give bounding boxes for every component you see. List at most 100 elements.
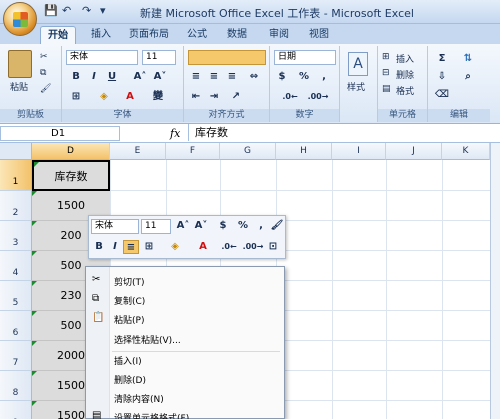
sort-filter-icon[interactable]: ⇅ xyxy=(460,52,476,66)
decrease-decimal-icon[interactable]: .00→ xyxy=(306,90,330,104)
increase-decimal-icon[interactable]: .0← xyxy=(278,90,302,104)
column-header[interactable]: E xyxy=(110,143,166,160)
format-cells-button[interactable]: 格式 xyxy=(396,84,414,97)
mini-italic-button[interactable]: I xyxy=(107,240,123,254)
decrease-indent-icon[interactable]: ⇤ xyxy=(188,90,204,104)
mini-fill-color-icon[interactable]: ◈ xyxy=(167,240,183,254)
row-header[interactable]: 9 xyxy=(0,401,32,419)
mini-percent-icon[interactable]: % xyxy=(235,219,251,233)
format-painter-icon[interactable]: 🖌 xyxy=(40,84,51,94)
increase-indent-icon[interactable]: ⇥ xyxy=(206,90,222,104)
merge-center-icon[interactable]: ⇔ xyxy=(246,70,262,84)
cell-d1[interactable]: 库存数 xyxy=(32,160,110,191)
menu-item-format-cells[interactable]: 设置单元格格式(F)... xyxy=(114,411,198,419)
formula-input[interactable]: 库存数 xyxy=(188,124,500,141)
mini-accounting-icon[interactable]: $ xyxy=(215,219,231,233)
column-header[interactable]: J xyxy=(386,143,442,160)
delete-cells-button[interactable]: 删除 xyxy=(396,68,414,81)
phonetic-icon[interactable]: 變 xyxy=(150,90,166,104)
align-right-icon[interactable]: ≡ xyxy=(224,70,240,84)
mini-decrease-decimal-icon[interactable]: .00→ xyxy=(241,240,265,254)
save-icon[interactable]: 💾 xyxy=(44,4,58,17)
row-header[interactable]: 8 xyxy=(0,371,32,401)
office-button[interactable] xyxy=(3,2,37,36)
autosum-icon[interactable]: Σ xyxy=(434,52,450,66)
tab-data[interactable]: 数据 xyxy=(222,26,252,44)
tab-home[interactable]: 开始 xyxy=(40,26,76,44)
styles-button[interactable]: 样式 xyxy=(347,80,365,93)
font-color-icon[interactable]: A xyxy=(122,90,138,104)
mini-shrink-font-icon[interactable]: A˅ xyxy=(193,219,209,233)
row-header[interactable]: 3 xyxy=(0,221,32,251)
comma-icon[interactable]: , xyxy=(316,70,332,84)
percent-icon[interactable]: % xyxy=(296,70,312,84)
vertical-align-buttons[interactable] xyxy=(188,50,266,65)
tab-review[interactable]: 审阅 xyxy=(264,26,294,44)
row-header[interactable]: 4 xyxy=(0,251,32,281)
row-header[interactable]: 2 xyxy=(0,191,32,221)
mini-grow-font-icon[interactable]: A˄ xyxy=(175,219,191,233)
mini-comma-icon[interactable]: , xyxy=(253,219,269,233)
redo-icon[interactable]: ↷ xyxy=(82,4,91,17)
insert-function-button[interactable]: fx xyxy=(170,127,180,140)
paste-button[interactable]: 粘贴 xyxy=(10,80,28,93)
menu-item-paste-special[interactable]: 选择性粘贴(V)... xyxy=(114,333,181,346)
fill-icon[interactable]: ⇩ xyxy=(434,70,450,84)
column-header[interactable]: I xyxy=(332,143,386,160)
mini-borders-icon[interactable]: ⊞ xyxy=(141,240,157,254)
delete-cells-icon[interactable]: ⊟ xyxy=(382,68,390,78)
name-box[interactable]: D1 xyxy=(0,126,120,141)
mini-format-painter-icon[interactable]: 🖌 xyxy=(269,219,285,233)
orientation-icon[interactable]: ↗ xyxy=(228,90,244,104)
number-format-combo[interactable]: 日期 xyxy=(274,50,336,65)
select-all-corner[interactable] xyxy=(0,143,32,160)
column-header[interactable]: D xyxy=(32,143,110,160)
bold-button[interactable]: B xyxy=(68,70,84,84)
tab-formulas[interactable]: 公式 xyxy=(182,26,212,44)
column-header[interactable]: F xyxy=(166,143,220,160)
menu-item-clear-contents[interactable]: 清除内容(N) xyxy=(114,392,164,405)
row-header[interactable]: 6 xyxy=(0,311,32,341)
row-header[interactable]: 7 xyxy=(0,341,32,371)
tab-view[interactable]: 视图 xyxy=(304,26,334,44)
mini-center-icon[interactable]: ≡ xyxy=(123,240,139,254)
shrink-font-icon[interactable]: A˅ xyxy=(152,70,168,84)
clear-icon[interactable]: ⌫ xyxy=(434,88,450,102)
menu-item-copy[interactable]: 复制(C) xyxy=(114,294,145,307)
mini-size-combo[interactable]: 11 xyxy=(141,219,171,234)
styles-icon[interactable]: A xyxy=(348,52,368,76)
undo-icon[interactable]: ↶ xyxy=(62,4,71,17)
menu-item-insert[interactable]: 插入(I) xyxy=(114,354,142,367)
find-select-icon[interactable]: ⌕ xyxy=(460,70,476,84)
underline-button[interactable]: U xyxy=(104,70,120,84)
align-left-icon[interactable]: ≡ xyxy=(188,70,204,84)
row-header[interactable]: 5 xyxy=(0,281,32,311)
tab-page-layout[interactable]: 页面布局 xyxy=(124,26,174,44)
menu-item-cut[interactable]: 剪切(T) xyxy=(114,275,145,288)
font-size-combo[interactable]: 11 xyxy=(142,50,176,65)
mini-font-color-icon[interactable]: A xyxy=(195,240,211,254)
grow-font-icon[interactable]: A˄ xyxy=(132,70,148,84)
column-header[interactable]: G xyxy=(220,143,276,160)
customize-qat-icon[interactable]: ▾ xyxy=(100,4,106,17)
font-name-combo[interactable]: 宋体 xyxy=(66,50,138,65)
vertical-scrollbar[interactable] xyxy=(490,143,500,419)
accounting-format-icon[interactable]: $ xyxy=(274,70,290,84)
insert-cells-button[interactable]: 插入 xyxy=(396,52,414,65)
paste-icon[interactable] xyxy=(8,50,32,78)
italic-button[interactable]: I xyxy=(86,70,102,84)
mini-font-combo[interactable]: 宋体 xyxy=(91,219,139,234)
fill-color-icon[interactable]: ◈ xyxy=(96,90,112,104)
mini-merge-icon[interactable]: ⊡ xyxy=(265,240,281,254)
column-header[interactable]: K xyxy=(442,143,490,160)
borders-icon[interactable]: ⊞ xyxy=(68,90,84,104)
cut-icon[interactable]: ✂ xyxy=(40,52,48,62)
menu-item-delete[interactable]: 删除(D) xyxy=(114,373,146,386)
row-header[interactable]: 1 xyxy=(0,160,32,191)
insert-cells-icon[interactable]: ⊞ xyxy=(382,52,390,62)
format-cells-icon[interactable]: ▤ xyxy=(382,84,391,94)
tab-insert[interactable]: 插入 xyxy=(86,26,116,44)
align-center-icon[interactable]: ≡ xyxy=(206,70,222,84)
menu-item-paste[interactable]: 粘贴(P) xyxy=(114,313,144,326)
mini-increase-decimal-icon[interactable]: .0← xyxy=(217,240,241,254)
